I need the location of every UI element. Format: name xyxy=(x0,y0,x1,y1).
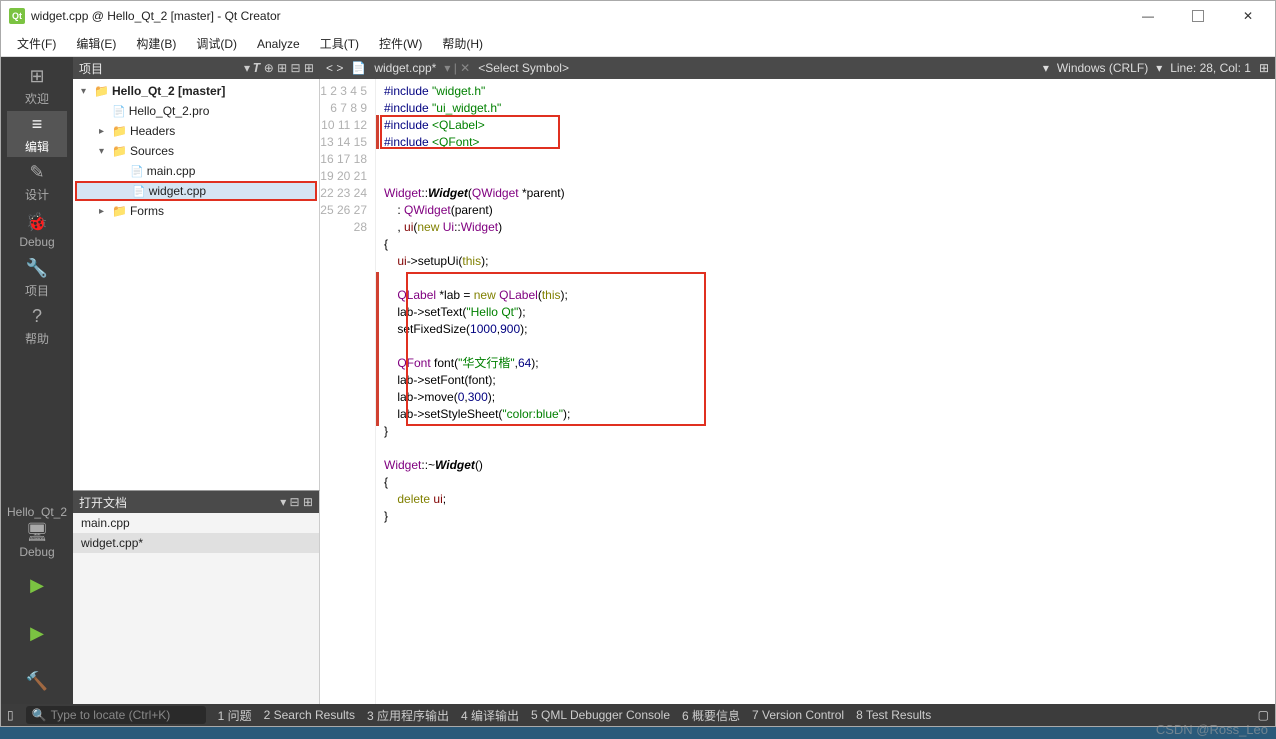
line-gutter: 1 2 3 4 5 6 7 8 9 10 11 12 13 14 15 16 1… xyxy=(320,79,376,704)
open-docs-list: main.cppwidget.cpp* xyxy=(73,513,319,704)
statusbar: ▯ 🔍 Type to locate (Ctrl+K) 1 问题 2 Searc… xyxy=(1,704,1275,726)
nav-back-forward[interactable]: < > xyxy=(326,61,343,75)
minimize-button[interactable]: — xyxy=(1129,2,1167,30)
change-mark-2 xyxy=(376,272,379,426)
mode-bar: ⊞欢迎 ≡编辑 ✎设计 🐞Debug 🔧项目 ?帮助 Hello_Qt_2🖥De… xyxy=(1,57,73,704)
run-debug-button[interactable]: ▶ xyxy=(7,610,67,656)
mode-help[interactable]: ?帮助 xyxy=(7,303,67,349)
play-debug-icon: ▶ xyxy=(26,622,48,644)
menu-debug[interactable]: 调试(D) xyxy=(186,33,247,54)
status-qml[interactable]: 5 QML Debugger Console xyxy=(531,708,670,722)
code-content[interactable]: #include "widget.h" #include "ui_widget.… xyxy=(376,79,1275,704)
app-icon: Qt xyxy=(9,8,25,24)
locator-input[interactable]: 🔍 Type to locate (Ctrl+K) xyxy=(26,706,206,724)
symbol-selector[interactable]: <Select Symbol> xyxy=(478,61,569,75)
monitor-icon: 🖥 xyxy=(26,521,48,543)
menu-help[interactable]: 帮助(H) xyxy=(432,33,493,54)
current-file[interactable]: widget.cpp* xyxy=(374,61,436,75)
status-close-icon[interactable]: ▢ xyxy=(1258,708,1269,722)
file-icon: 📄 xyxy=(351,61,366,75)
run-button[interactable]: ▶ xyxy=(7,562,67,608)
menu-edit[interactable]: 编辑(E) xyxy=(66,33,126,54)
sidebar-toggle-icon[interactable]: ▯ xyxy=(7,708,14,722)
titlebar: Qt widget.cpp @ Hello_Qt_2 [master] - Qt… xyxy=(1,1,1275,31)
status-compile[interactable]: 4 编译输出 xyxy=(461,707,519,724)
status-vcs[interactable]: 7 Version Control xyxy=(752,708,844,722)
tree-node[interactable]: 📄Hello_Qt_2.pro xyxy=(75,101,317,121)
split-icon[interactable]: ⊞ xyxy=(1259,61,1269,75)
projects-panel-header: 项目 ▾ 𝑻 ⊕ ⊞ ⊟ ⊞ xyxy=(73,57,320,79)
status-appout[interactable]: 3 应用程序输出 xyxy=(367,707,449,724)
hammer-icon: 🔨 xyxy=(26,670,48,692)
open-doc-item[interactable]: widget.cpp* xyxy=(73,533,319,553)
tree-node[interactable]: ▾📁Sources xyxy=(75,141,317,161)
edit-icon: ≡ xyxy=(26,114,48,136)
tree-node[interactable]: 📄widget.cpp xyxy=(75,181,317,201)
menu-widgets[interactable]: 控件(W) xyxy=(369,33,432,54)
line-ending[interactable]: Windows (CRLF) xyxy=(1057,61,1148,75)
tree-node[interactable]: ▸📁Headers xyxy=(75,121,317,141)
pencil-icon: ✎ xyxy=(26,162,48,184)
status-search[interactable]: 2 Search Results xyxy=(264,708,355,722)
open-docs-header: 打开文档 ▾ ⊟ ⊞ xyxy=(73,491,319,513)
watermark: CSDN @Ross_Leo xyxy=(1156,722,1268,737)
change-mark-1 xyxy=(376,115,379,149)
status-issues[interactable]: 1 问题 xyxy=(218,707,252,724)
mode-projects[interactable]: 🔧项目 xyxy=(7,255,67,301)
editor-toolbar: < > 📄 widget.cpp* ▾ | ✕ <Select Symbol> … xyxy=(320,57,1275,79)
help-icon: ? xyxy=(26,306,48,328)
menu-build[interactable]: 构建(B) xyxy=(126,33,186,54)
open-docs-tools[interactable]: ▾ ⊟ ⊞ xyxy=(280,495,313,509)
mode-design[interactable]: ✎设计 xyxy=(7,159,67,205)
mode-edit[interactable]: ≡编辑 xyxy=(7,111,67,157)
menubar: 文件(F) 编辑(E) 构建(B) 调试(D) Analyze 工具(T) 控件… xyxy=(1,31,1275,57)
mode-welcome[interactable]: ⊞欢迎 xyxy=(7,63,67,109)
run-target[interactable]: Hello_Qt_2🖥Debug xyxy=(7,504,67,560)
tree-node[interactable]: 📄main.cpp xyxy=(75,161,317,181)
maximize-button[interactable] xyxy=(1179,2,1217,30)
panel-tools[interactable]: ▾ 𝑻 ⊕ ⊞ ⊟ ⊞ xyxy=(244,61,314,76)
play-icon: ▶ xyxy=(26,574,48,596)
build-button[interactable]: 🔨 xyxy=(7,658,67,704)
close-button[interactable]: ✕ xyxy=(1229,2,1267,30)
menu-tools[interactable]: 工具(T) xyxy=(310,33,369,54)
window-title: widget.cpp @ Hello_Qt_2 [master] - Qt Cr… xyxy=(31,9,1129,23)
wrench-icon: 🔧 xyxy=(26,258,48,280)
open-doc-item[interactable]: main.cpp xyxy=(73,513,319,533)
status-tests[interactable]: 8 Test Results xyxy=(856,708,931,722)
menu-analyze[interactable]: Analyze xyxy=(247,35,310,53)
tree-node[interactable]: ▾📁Hello_Qt_2 [master] xyxy=(75,81,317,101)
tree-node[interactable]: ▸📁Forms xyxy=(75,201,317,221)
mode-debug[interactable]: 🐞Debug xyxy=(7,207,67,253)
grid-icon: ⊞ xyxy=(26,66,48,88)
code-editor[interactable]: 1 2 3 4 5 6 7 8 9 10 11 12 13 14 15 16 1… xyxy=(320,79,1275,704)
menu-file[interactable]: 文件(F) xyxy=(7,33,66,54)
bug-icon: 🐞 xyxy=(26,211,48,233)
project-tree[interactable]: ▾📁Hello_Qt_2 [master]📄Hello_Qt_2.pro▸📁He… xyxy=(73,79,320,490)
status-general[interactable]: 6 概要信息 xyxy=(682,707,740,724)
cursor-position: Line: 28, Col: 1 xyxy=(1170,61,1251,75)
